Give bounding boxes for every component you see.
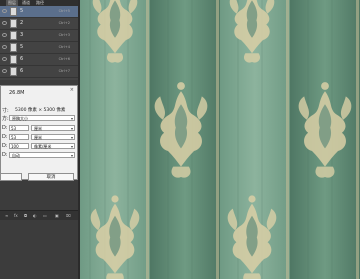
ok-button[interactable] <box>0 173 22 181</box>
layer-row[interactable]: 2 Ctrl+2 <box>0 18 78 30</box>
width-unit-select[interactable]: 厘米 ▾ <box>31 125 75 131</box>
layer-thumbnail <box>10 67 17 76</box>
eye-icon[interactable] <box>2 69 7 73</box>
width-label: D: <box>2 125 8 131</box>
layer-shortcut: Ctrl+4 <box>58 45 70 49</box>
mask-icon[interactable]: ◘ <box>24 213 27 218</box>
height-label: D: <box>2 134 8 140</box>
eye-icon[interactable] <box>2 45 7 49</box>
layer-shortcut: Ctrl+2 <box>58 21 70 25</box>
dimensions-value: 5300 像素 × 5300 像素 <box>15 108 66 113</box>
resample-label: D: <box>2 152 8 158</box>
layer-thumbnail <box>10 31 17 40</box>
resolution-label: D: <box>2 143 8 149</box>
chevron-down-icon: ▾ <box>70 135 73 140</box>
fit-to-value: 原稿大小 <box>12 116 28 121</box>
height-input[interactable]: 53 <box>9 134 29 140</box>
layer-shortcut: Ctrl+7 <box>58 69 70 73</box>
width-input[interactable]: 53 <box>9 125 29 131</box>
eye-icon[interactable] <box>2 57 7 61</box>
close-icon[interactable]: × <box>70 87 74 93</box>
height-unit-select[interactable]: 厘米 ▾ <box>31 134 75 140</box>
link-icon[interactable]: ∞ <box>5 213 8 218</box>
eye-icon[interactable] <box>2 33 7 37</box>
layer-row[interactable]: 5 Ctrl+4 <box>0 42 78 54</box>
resample-select[interactable]: 自动 ▾ <box>9 152 75 158</box>
layer-thumbnail <box>10 7 17 16</box>
fit-to-label: 方: <box>2 116 9 122</box>
layer-name: 2 <box>20 20 24 26</box>
layer-row[interactable]: 6 Ctrl+7 <box>0 66 78 78</box>
layers-bottom-toolbar: ∞ fx ◘ ◐ ▭ ▣ ⌧ <box>0 210 78 220</box>
image-size-dialog: × 26.8M 寸: 5300 像素 × 5300 像素 方: 原稿大小 ▾ D… <box>0 85 78 180</box>
chevron-down-icon: ▾ <box>70 144 73 149</box>
left-panel-strip: 图层 通道 路径 5 Ctrl+5 2 Ctrl+2 3 Ctrl+3 5 Ct… <box>0 0 78 279</box>
height-unit-value: 厘米 <box>34 135 42 140</box>
dimensions-label: 寸: <box>2 108 9 114</box>
layer-thumbnail <box>10 55 17 64</box>
layers-panel: 图层 通道 路径 5 Ctrl+5 2 Ctrl+2 3 Ctrl+3 5 Ct… <box>0 0 78 80</box>
damask-wallpaper-image <box>80 0 360 279</box>
adjust-icon[interactable]: ◐ <box>33 213 37 218</box>
cancel-button[interactable]: 取消 <box>28 173 74 181</box>
eye-icon[interactable] <box>2 9 7 13</box>
resolution-unit-select[interactable]: 像素/厘米 ▾ <box>31 143 75 149</box>
layer-thumbnail <box>10 19 17 28</box>
width-unit-value: 厘米 <box>34 126 42 131</box>
trash-icon[interactable]: ⌧ <box>66 213 71 218</box>
new-layer-icon[interactable]: ▣ <box>55 213 59 218</box>
layer-shortcut: Ctrl+5 <box>58 9 70 13</box>
eye-icon[interactable] <box>2 21 7 25</box>
layer-row[interactable]: 6 Ctrl+6 <box>0 54 78 66</box>
chevron-down-icon: ▾ <box>70 116 73 121</box>
layer-name: 6 <box>20 68 24 74</box>
folder-icon[interactable]: ▭ <box>43 213 47 218</box>
chevron-down-icon: ▾ <box>70 153 73 158</box>
layer-shortcut: Ctrl+6 <box>58 57 70 61</box>
resolution-input[interactable]: 100 <box>9 143 29 149</box>
layer-row[interactable]: 3 Ctrl+3 <box>0 30 78 42</box>
file-size-text: 26.8M <box>9 90 25 96</box>
layer-name: 5 <box>20 8 24 14</box>
resample-value: 自动 <box>12 153 20 158</box>
document-canvas[interactable] <box>80 0 360 279</box>
layer-name: 6 <box>20 56 24 62</box>
layer-name: 5 <box>20 44 24 50</box>
layer-row[interactable]: 5 Ctrl+5 <box>0 6 78 18</box>
chevron-down-icon: ▾ <box>70 126 73 131</box>
fit-to-select[interactable]: 原稿大小 ▾ <box>9 115 75 121</box>
layer-thumbnail <box>10 43 17 52</box>
layer-name: 3 <box>20 32 24 38</box>
fx-icon[interactable]: fx <box>14 213 18 218</box>
resolution-unit-value: 像素/厘米 <box>34 144 52 149</box>
layer-shortcut: Ctrl+3 <box>58 33 70 37</box>
